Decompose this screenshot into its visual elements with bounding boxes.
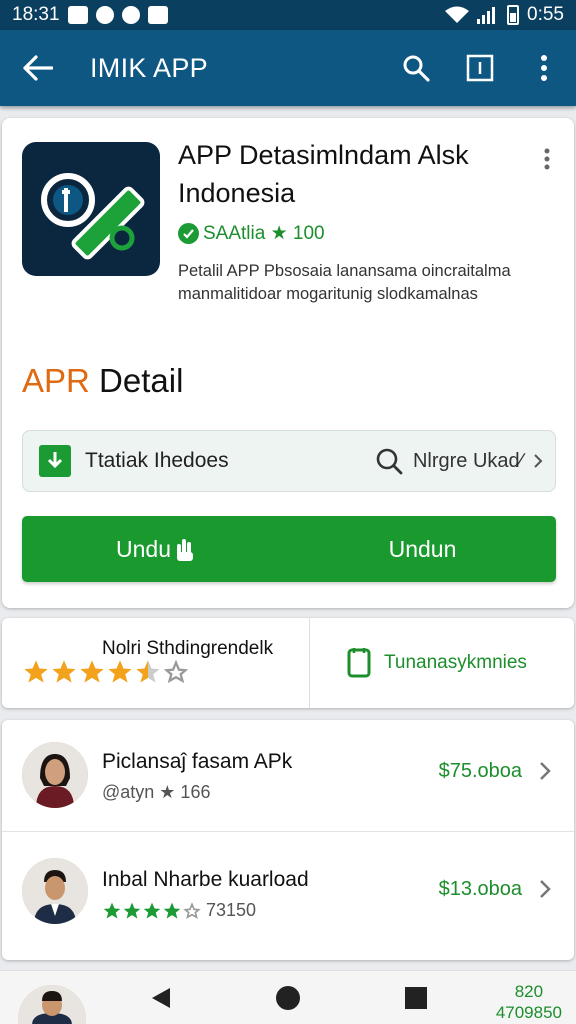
hand-icon: [176, 539, 193, 561]
avatar: [18, 985, 86, 1024]
nav-home-button[interactable]: [273, 983, 303, 1013]
card-more-button[interactable]: [532, 144, 562, 174]
rating-card: Nolri Sthdingrendelk Tunanasykmnies: [2, 618, 574, 708]
star-icon: [80, 660, 104, 683]
system-nav-bar: 820 4709850: [0, 970, 576, 1024]
more-vert-icon: [544, 148, 550, 170]
app-description: Petalil APP Pbsosaia lanansama oincraita…: [178, 262, 511, 303]
back-nav-icon: [152, 988, 170, 1008]
wifi-calling-icon: [121, 6, 140, 24]
download-button-right[interactable]: Undun: [289, 536, 556, 563]
list-item-count: 73150: [206, 900, 257, 920]
status-time: 18:31: [12, 4, 60, 25]
avatar: [22, 858, 88, 924]
nav-code-top: 820: [514, 982, 544, 1001]
rating-label: Nolri Sthdingrendelk: [102, 638, 274, 659]
nav-code-bottom: 4709850: [495, 1003, 562, 1022]
search-button[interactable]: [384, 30, 448, 106]
list-item-price: $75.oboa: [438, 760, 522, 782]
app-title: IMIK APP: [90, 52, 208, 83]
phone-icon: [347, 648, 371, 678]
recents-nav-icon: [405, 987, 427, 1009]
search-icon: [376, 448, 403, 475]
star-outline-icon: [183, 901, 201, 919]
device-compat-label: Tunanasykmnies: [384, 652, 527, 673]
list-item-sub: 73150: [102, 900, 256, 921]
nav-back-button[interactable]: [146, 983, 176, 1013]
rating-stars: [22, 658, 190, 686]
search-icon: [403, 55, 430, 82]
avatar: [22, 742, 88, 808]
back-arrow-icon: [23, 55, 53, 81]
nav-code: 820 4709850: [496, 981, 562, 1023]
list-item-stars: [102, 901, 202, 921]
download-button[interactable]: Undu Undun: [22, 516, 556, 582]
app-detail-card: APP Detasimlndam Alsk Indonesia SAAtlia …: [2, 118, 574, 608]
section-heading: APR Detail: [22, 362, 183, 400]
status-bar: 18:31 0:55: [0, 0, 576, 30]
list-item[interactable]: Piclansaĵ fasam APk @atyn ★ 166 $75.oboa: [2, 720, 574, 832]
status-left: 18:31: [12, 4, 168, 26]
chevron-right-icon[interactable]: [534, 874, 556, 904]
chevron-right-icon[interactable]: [534, 756, 556, 786]
app-name: APP Detasimlndam Alsk Indonesia: [178, 140, 469, 208]
star-icon: [52, 660, 76, 683]
mail-icon: [67, 6, 88, 24]
download-icon: [39, 445, 71, 477]
status-right-time: 0:55: [527, 4, 564, 25]
signal-icon: [477, 7, 496, 24]
star-icon: [24, 660, 48, 683]
list-item-title: Inbal Nharbe kuarload: [102, 868, 309, 891]
list-item-title: Piclansaĵ fasam APk: [102, 750, 293, 773]
related-list-card: Piclansaĵ fasam APk @atyn ★ 166 $75.oboa…: [2, 720, 574, 960]
notification-icon: [95, 6, 114, 24]
home-nav-icon: [276, 986, 300, 1010]
rating-section[interactable]: Nolri Sthdingrendelk: [2, 618, 310, 708]
section-heading-rest: Detail: [89, 362, 184, 399]
app-bar: IMIK APP: [0, 30, 576, 106]
gallery-icon: [147, 6, 168, 24]
search-action-label: Nlrgre Ukad∕: [412, 449, 523, 472]
star-half-icon: [136, 660, 160, 683]
star-icon: [123, 902, 141, 918]
verified-leaf-icon: [178, 223, 199, 244]
star-icon: [108, 660, 132, 683]
star-outline-icon: [163, 659, 189, 684]
list-item-sub: @atyn ★ 166: [102, 782, 211, 802]
download-right-label: Undun: [388, 535, 457, 562]
wifi-icon: [445, 6, 470, 23]
section-heading-accent: APR: [22, 362, 90, 399]
back-button[interactable]: [0, 30, 76, 106]
device-compat-section[interactable]: Tunanasykmnies: [310, 618, 574, 708]
star-icon: [163, 902, 181, 918]
status-right: 0:55: [445, 4, 564, 26]
action-bar: Ttatiak Ihedoes Nlrgre Ukad∕: [22, 430, 556, 492]
app-icon[interactable]: [22, 142, 160, 276]
percent-tool-logo-icon: [41, 173, 145, 260]
app-badge: SAAtlia ★ 100: [178, 222, 325, 245]
download-left-label: Undu: [116, 535, 171, 562]
nav-recents-button[interactable]: [401, 983, 431, 1013]
tabs-button[interactable]: [448, 30, 512, 106]
more-button[interactable]: [512, 30, 576, 106]
list-item[interactable]: Inbal Nharbe kuarload 73150 $13.oboa: [2, 832, 574, 960]
more-vert-icon: [541, 55, 547, 81]
install-action[interactable]: Ttatiak Ihedoes: [23, 445, 229, 477]
chevron-right-icon: [534, 454, 543, 468]
battery-icon: [507, 5, 520, 25]
star-icon: [103, 902, 121, 918]
list-item-price: $13.oboa: [438, 878, 522, 900]
install-action-label: Ttatiak Ihedoes: [85, 449, 229, 472]
search-action[interactable]: Nlrgre Ukad∕: [375, 447, 555, 475]
tab-icon: [466, 54, 494, 82]
download-button-left[interactable]: Undu: [22, 536, 289, 563]
app-badge-text: SAAtlia ★ 100: [203, 223, 325, 244]
star-icon: [143, 902, 161, 918]
appbar-actions: [384, 30, 576, 106]
